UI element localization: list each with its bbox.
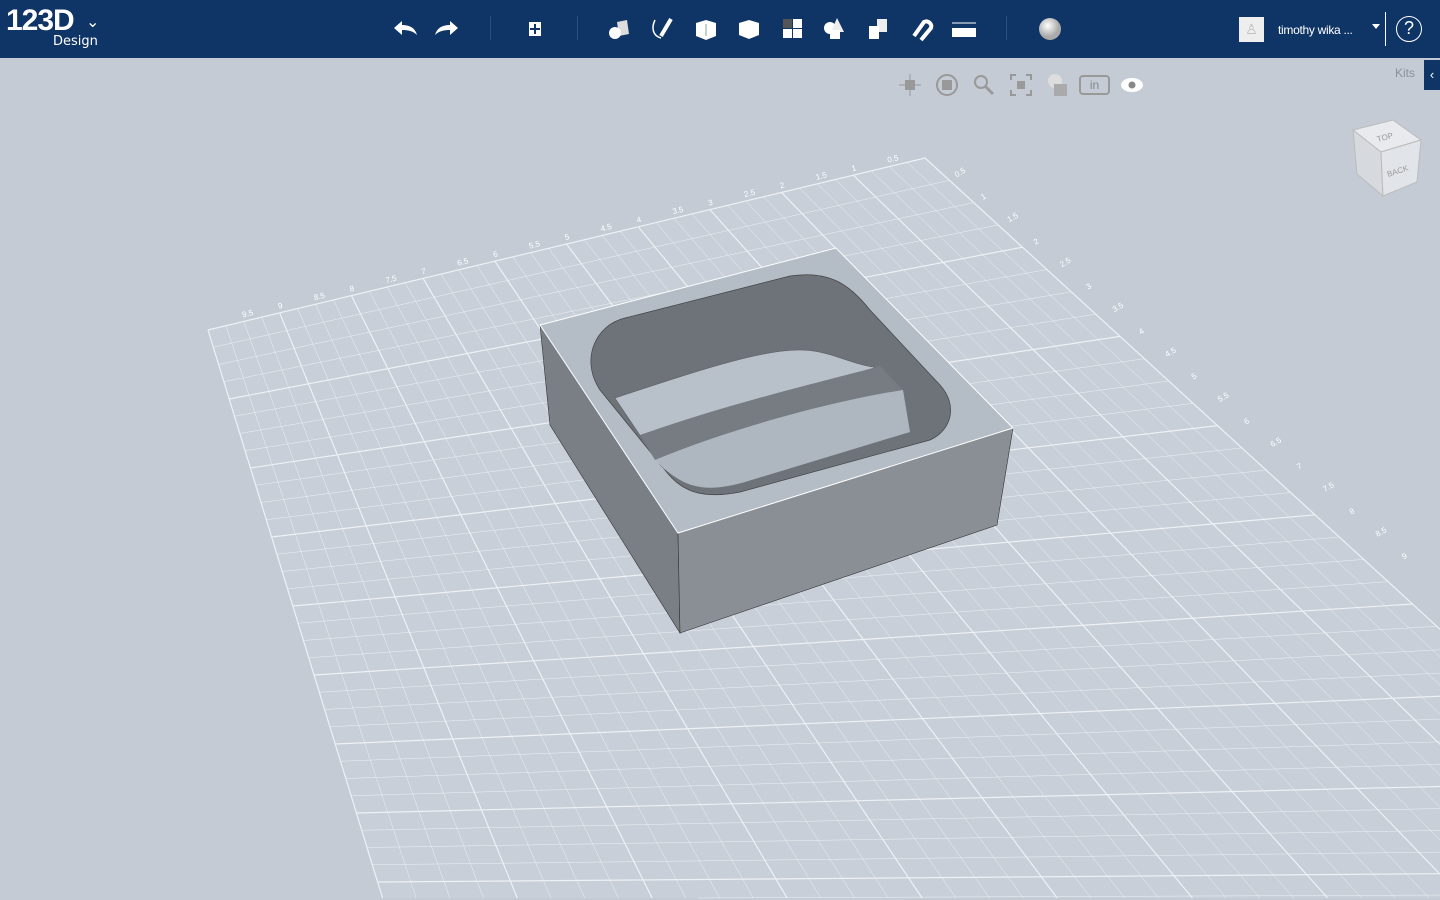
- transform-button[interactable]: [518, 12, 552, 46]
- material-button[interactable]: [1033, 12, 1067, 46]
- grid-label: 4: [636, 215, 643, 225]
- grid-label: 7: [420, 267, 427, 277]
- grid-label: 1.5: [1006, 211, 1021, 225]
- logo-subtitle: Design: [53, 34, 98, 49]
- view-cube[interactable]: TOP BACK: [1345, 118, 1429, 202]
- grid-label: 9: [1400, 551, 1409, 561]
- primitives-icon: [609, 20, 629, 39]
- grid-label: 7.5: [1321, 480, 1336, 494]
- modify-button[interactable]: [732, 12, 766, 46]
- undo-button[interactable]: [388, 12, 422, 46]
- kits-label[interactable]: Kits: [1395, 66, 1415, 80]
- measure-button[interactable]: [947, 12, 981, 46]
- grid-label: 1: [979, 191, 988, 201]
- visibility-button[interactable]: [1116, 72, 1147, 98]
- navigation-bar: in: [894, 72, 1147, 98]
- combine-icon: [869, 19, 887, 39]
- orbit-icon: [935, 74, 958, 96]
- app-menu-logo[interactable]: 123D ⌄ Design: [6, 4, 99, 49]
- grid-label: 7.5: [385, 274, 399, 286]
- view-mode-icon: [1047, 74, 1067, 96]
- pan-icon: [898, 74, 921, 96]
- grid-label: 3: [707, 198, 714, 208]
- grid-label: 8.5: [313, 291, 327, 303]
- material-icon: [1039, 18, 1061, 40]
- help-button[interactable]: ?: [1396, 16, 1422, 42]
- user-name: timothy wika ...: [1278, 22, 1353, 37]
- grid-label: 1: [851, 163, 858, 173]
- sketch-button[interactable]: [645, 12, 679, 46]
- grid-label: 4.5: [600, 222, 614, 234]
- zoom-icon: [973, 75, 994, 96]
- primitives-button[interactable]: [603, 12, 637, 46]
- construct-button[interactable]: [689, 12, 723, 46]
- caret-down-icon[interactable]: [1372, 24, 1380, 29]
- grid-label: 3.5: [671, 205, 685, 217]
- fit-icon: [1009, 74, 1032, 96]
- grid-label: 2: [779, 181, 786, 191]
- orbit-button[interactable]: [931, 72, 962, 98]
- kits-panel-toggle[interactable]: ‹: [1424, 60, 1440, 90]
- units-button[interactable]: in: [1079, 75, 1110, 95]
- grid-label: 5.5: [528, 239, 542, 251]
- group-icon: [824, 18, 844, 39]
- grid-label: 9.5: [241, 308, 255, 320]
- measure-icon: [952, 22, 976, 37]
- grid-label: 8.5: [1374, 525, 1389, 539]
- pattern-icon: [783, 19, 802, 38]
- user-menu[interactable]: ♙ timothy wika ...: [1239, 17, 1353, 42]
- group-button[interactable]: [817, 12, 851, 46]
- toolbar-divider: [1006, 16, 1007, 40]
- grid-label: 3.5: [1111, 300, 1126, 314]
- grid-label: 2.5: [743, 188, 757, 200]
- combine-button[interactable]: [861, 12, 895, 46]
- snap-icon: [912, 19, 934, 42]
- grid-label: 1.5: [815, 170, 829, 182]
- grid-label: 2: [1032, 236, 1041, 246]
- grid-label: 0.5: [953, 166, 968, 180]
- toolbar-divider: [1385, 12, 1386, 46]
- fit-button[interactable]: [1005, 72, 1036, 98]
- grid-label: 3: [1085, 281, 1094, 291]
- grid-label: 5: [564, 232, 571, 242]
- sketch-icon: [652, 17, 673, 39]
- grid-label: 5: [1190, 371, 1199, 381]
- grid-label: 6.5: [1269, 435, 1284, 449]
- redo-button[interactable]: [430, 12, 464, 46]
- avatar: ♙: [1239, 17, 1264, 42]
- redo-icon: [435, 21, 458, 35]
- scene-canvas: 9.5 9 8.5 8 7.5 7 6.5 6 5.5 5 4.5 4 3.5 3 2.5 2 1.5 1 0.5 0…: [207, 153, 1440, 899]
- grid-label: 6: [492, 249, 499, 259]
- zoom-button[interactable]: [968, 72, 999, 98]
- grid-label: 8: [349, 284, 356, 294]
- grid-label: 2.5: [1058, 255, 1073, 269]
- modify-icon: [739, 20, 759, 39]
- pan-button[interactable]: [894, 72, 925, 98]
- undo-icon: [394, 21, 417, 35]
- grid-label: 7: [1295, 461, 1304, 471]
- toolbar-divider: [577, 16, 578, 40]
- grid-label: 4: [1137, 326, 1146, 336]
- grid-label: 8: [1348, 506, 1357, 516]
- pattern-button[interactable]: [775, 12, 809, 46]
- grid-label: 4.5: [1164, 345, 1179, 359]
- construct-icon: [696, 20, 716, 40]
- 3d-viewport[interactable]: 9.5 9 8.5 8 7.5 7 6.5 6 5.5 5 4.5 4 3.5 3 2.5 2 1.5 1 0.5 0…: [0, 58, 1440, 900]
- logo-text: 123D: [6, 4, 75, 37]
- grid-label: 6: [1242, 416, 1251, 426]
- view-mode-button[interactable]: [1042, 72, 1073, 98]
- transform-icon: [529, 22, 541, 36]
- grid-label: 9: [277, 301, 284, 311]
- snap-button[interactable]: [904, 12, 938, 46]
- toolbar-divider: [490, 16, 491, 40]
- grid-label: 6.5: [456, 256, 470, 268]
- eye-icon: [1120, 78, 1143, 92]
- grid-label: 5.5: [1216, 390, 1231, 404]
- grid-label: 0.5: [886, 153, 900, 165]
- top-toolbar: 123D ⌄ Design ♙ timothy wika ... ?: [0, 0, 1440, 58]
- chevron-down-icon: ⌄: [86, 14, 100, 31]
